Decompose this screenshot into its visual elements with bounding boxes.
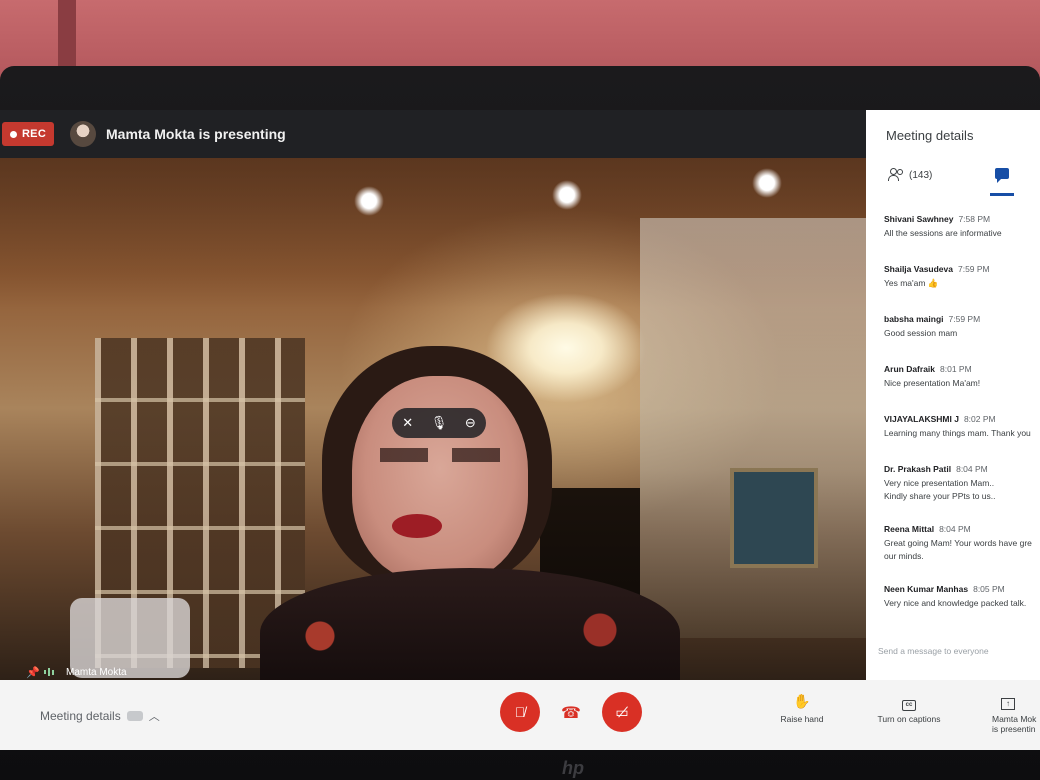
message-sender: Neen Kumar Manhas bbox=[884, 584, 969, 594]
message-text: Good session mam bbox=[884, 328, 958, 338]
participant-name-tag: 📌 Mamta Mokta bbox=[26, 662, 127, 680]
meeting-details-button[interactable]: Meeting details ︿ bbox=[40, 708, 160, 724]
message-time: 7:59 PM bbox=[957, 264, 990, 274]
present-label: Mamta Mok is presentin bbox=[992, 714, 1037, 734]
captions-button[interactable]: cc Turn on captions bbox=[866, 692, 952, 724]
message-sender: Shivani Sawhney bbox=[884, 214, 954, 224]
recording-label: REC bbox=[21, 128, 47, 140]
message-sender: Dr. Prakash Patil bbox=[884, 464, 952, 474]
laptop-logo: hp bbox=[562, 758, 584, 778]
cc-icon: cc bbox=[902, 700, 916, 711]
chat-message: babsha maingi 7:59 PM Good session mam bbox=[884, 314, 1040, 364]
message-time: 7:58 PM bbox=[958, 214, 991, 224]
video-wall bbox=[640, 218, 866, 638]
chat-icon bbox=[995, 168, 1009, 183]
message-time: 8:05 PM bbox=[973, 584, 1005, 594]
chat-message-list: Shivani Sawhney 7:58 PM All the sessions … bbox=[884, 214, 1040, 634]
chat-message: Reena Mittal 8:04 PM Great going Mam! You… bbox=[884, 524, 1040, 584]
recording-badge: REC bbox=[2, 122, 54, 146]
main-video-tile[interactable]: ✕ 🎙 ⊖ 📌 Mamta Mokta bbox=[0, 158, 866, 680]
camera-toggle-button[interactable]: ▭̸ bbox=[602, 692, 642, 732]
presenter-status: Mamta Mokta is presenting bbox=[106, 126, 286, 142]
present-now-button[interactable]: ↑ Mamta Mok is presentin bbox=[976, 692, 1040, 734]
meeting-details-panel: Meeting details (143) Shivani Sawhney 7:5… bbox=[866, 110, 1040, 680]
message-text: Yes ma'am 👍 bbox=[884, 278, 939, 288]
chat-message: Neen Kumar Manhas 8:05 PM Very nice and k… bbox=[884, 584, 1040, 634]
people-count: (143) bbox=[909, 169, 933, 181]
meet-window: REC Mamta Mokta is presenting ✕ 🎙 ⊖ 📌 Ma… bbox=[0, 110, 1040, 750]
unpin-icon[interactable]: ✕ bbox=[399, 414, 417, 432]
message-sender: Shailja Vasudeva bbox=[884, 264, 953, 274]
remove-icon[interactable]: ⊖ bbox=[461, 414, 479, 432]
tab-chat[interactable] bbox=[990, 166, 1014, 196]
camera-off-icon: ▭̸ bbox=[615, 704, 629, 720]
meeting-details-label: Meeting details bbox=[40, 709, 121, 723]
video-person-brows bbox=[380, 448, 500, 462]
chat-message: Shailja Vasudeva 7:59 PM Yes ma'am 👍 bbox=[884, 264, 1040, 314]
message-text: Nice presentation Ma'am! bbox=[884, 378, 981, 388]
mic-icon[interactable]: 🎙 bbox=[430, 414, 448, 432]
message-time: 8:04 PM bbox=[956, 464, 988, 474]
pin-icon[interactable]: 📌 bbox=[26, 666, 40, 679]
present-screen-icon: ↑ bbox=[1001, 698, 1015, 710]
raise-hand-button[interactable]: ✋ Raise hand bbox=[759, 692, 845, 724]
phone-hangup-icon: ☎ bbox=[561, 705, 581, 722]
video-person-lips bbox=[392, 514, 442, 538]
hang-up-button[interactable]: ☎ bbox=[558, 704, 584, 724]
chat-message: Shivani Sawhney 7:58 PM All the sessions … bbox=[884, 214, 1040, 264]
message-time: 8:04 PM bbox=[939, 524, 971, 534]
message-sender: VIJAYALAKSHMI J bbox=[884, 414, 959, 424]
message-text: Very nice and knowledge packed talk. bbox=[884, 598, 1027, 608]
avatar bbox=[70, 121, 96, 147]
hand-icon: ✋ bbox=[793, 693, 811, 709]
message-sender: babsha maingi bbox=[884, 314, 944, 324]
video-ceiling-light bbox=[354, 186, 384, 216]
active-tab-indicator bbox=[990, 193, 1014, 196]
message-sender: Arun Dafraik bbox=[884, 364, 936, 374]
panel-title: Meeting details bbox=[886, 128, 974, 143]
panel-tabs: (143) bbox=[866, 160, 1040, 200]
tile-hover-controls: ✕ 🎙 ⊖ bbox=[392, 408, 486, 438]
message-text: All the sessions are informative bbox=[884, 228, 1002, 238]
video-ceiling-light bbox=[552, 180, 582, 210]
chevron-up-icon: ︿ bbox=[148, 711, 160, 723]
message-text: Very nice presentation Mam.. Kindly shar… bbox=[884, 478, 996, 501]
message-text: Learning many things mam. Thank you bbox=[884, 428, 1031, 438]
chat-message-input[interactable]: Send a message to everyone bbox=[878, 646, 989, 656]
top-bar: REC Mamta Mokta is presenting bbox=[0, 110, 866, 158]
mic-toggle-button[interactable]: 🎙̸ bbox=[500, 692, 540, 732]
message-time: 8:02 PM bbox=[963, 414, 996, 424]
video-person-dress-pattern bbox=[300, 606, 660, 666]
message-text: Great going Mam! Your words have gre our… bbox=[884, 538, 1032, 561]
captions-label: Turn on captions bbox=[877, 714, 941, 724]
mic-off-icon: 🎙̸ bbox=[514, 704, 526, 720]
video-person-face bbox=[352, 376, 528, 582]
tab-people[interactable]: (143) bbox=[888, 168, 932, 182]
record-dot-icon bbox=[9, 130, 17, 138]
video-painting bbox=[730, 468, 818, 568]
people-icon bbox=[888, 168, 904, 182]
chat-message: Dr. Prakash Patil 8:04 PM Very nice prese… bbox=[884, 464, 1040, 524]
bottom-control-bar: Meeting details ︿ 🎙̸ ☎ ▭̸ ✋ Raise hand c… bbox=[0, 680, 1040, 750]
message-time: 7:59 PM bbox=[948, 314, 981, 324]
audio-level-icon bbox=[44, 668, 62, 676]
caption-badge-icon bbox=[126, 711, 143, 721]
video-ceiling-light bbox=[752, 168, 782, 198]
chat-message: VIJAYALAKSHMI J 8:02 PM Learning many thi… bbox=[884, 414, 1040, 464]
chat-message: Arun Dafraik 8:01 PM Nice presentation Ma… bbox=[884, 364, 1040, 414]
message-time: 8:01 PM bbox=[940, 364, 972, 374]
message-sender: Reena Mittal bbox=[884, 524, 935, 534]
participant-name: Mamta Mokta bbox=[66, 666, 127, 678]
raise-hand-label: Raise hand bbox=[780, 714, 824, 724]
